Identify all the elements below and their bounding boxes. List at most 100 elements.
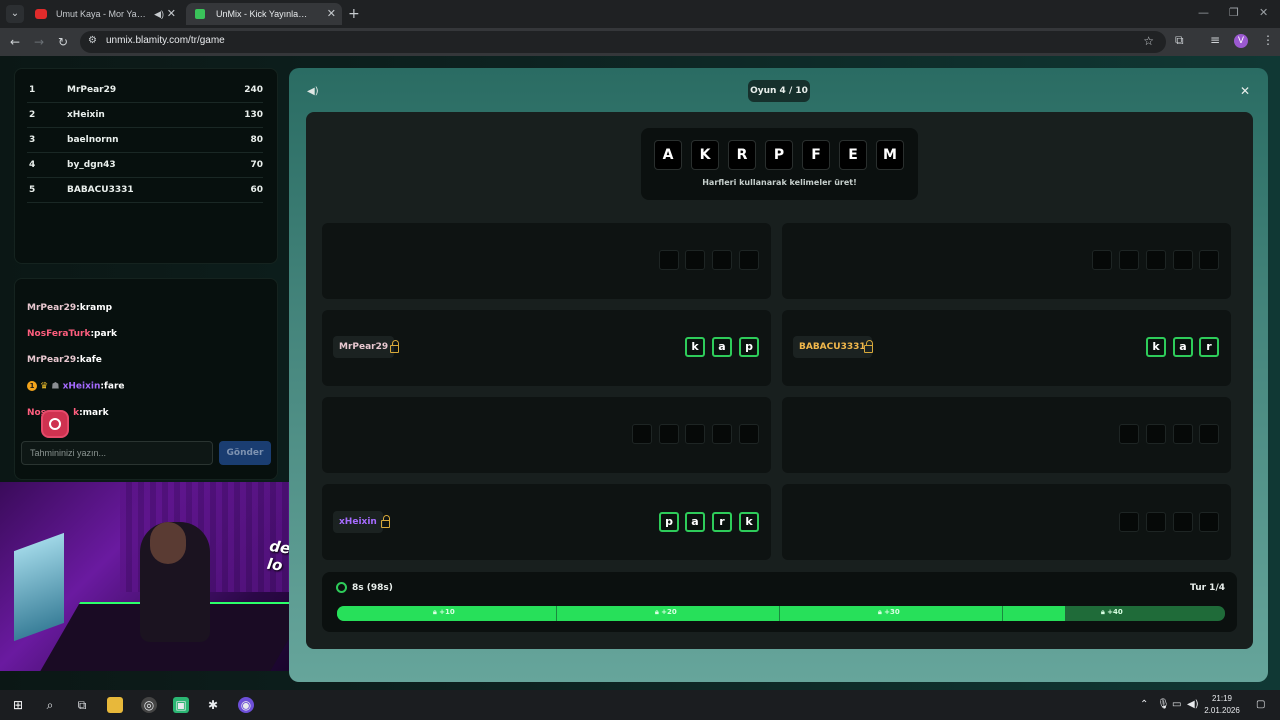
player-tag: BABACU3331 — [793, 336, 872, 358]
score: 60 — [250, 185, 263, 195]
microphone-icon[interactable]: 🎙︎ — [1157, 699, 1170, 710]
empty-letter-box — [1199, 250, 1219, 270]
restore-icon[interactable]: ❐ — [1229, 6, 1239, 19]
empty-letter-box — [1173, 250, 1193, 270]
url-text[interactable]: unmix.blamity.com/tr/game — [106, 35, 225, 46]
back-arrow-icon[interactable]: ← — [10, 34, 20, 50]
leaderboard-panel: 1 MrPear29 240 2 xHeixin 130 3 baelnornn… — [14, 68, 278, 264]
profile-avatar[interactable]: V — [1234, 34, 1248, 48]
row-divider — [27, 152, 263, 153]
leaderboard-row: 5 BABACU3331 60 — [27, 179, 263, 203]
close-window-icon[interactable]: ✕ — [1259, 6, 1268, 19]
rank: 4 — [29, 160, 36, 170]
chat-panel: MrPear29:kramp NosFeraTurk:park MrPear29… — [14, 278, 278, 480]
empty-letter-box — [712, 250, 732, 270]
close-game-icon[interactable]: ✕ — [1240, 84, 1250, 98]
player-tag: MrPear29 — [333, 336, 395, 358]
close-tab-icon[interactable]: ✕ — [167, 3, 176, 25]
instagram-icon — [41, 410, 69, 438]
rank: 2 — [29, 110, 36, 120]
empty-letter-box — [1199, 512, 1219, 532]
chat-text: :park — [90, 329, 117, 339]
browser-tab-2[interactable]: UnMix - Kick Yayınları İçin Kelim ✕ — [186, 3, 342, 25]
empty-letter-box — [739, 250, 759, 270]
lock-icon — [864, 340, 873, 353]
file-explorer-icon[interactable] — [107, 697, 123, 713]
chat-text: :kafe — [76, 355, 102, 365]
row-divider — [27, 202, 263, 203]
chat-username: MrPear29 — [27, 303, 77, 313]
sound-toggle-icon[interactable]: ◀) — [307, 86, 319, 97]
crown-icon: ♛ — [40, 381, 49, 392]
row-divider — [27, 177, 263, 178]
chat-text: :mark — [79, 408, 109, 418]
notifications-icon[interactable]: ▢ — [1256, 699, 1265, 710]
empty-letter-box — [1173, 424, 1193, 444]
address-bar[interactable]: ⚙ unmix.blamity.com/tr/game ☆ — [80, 31, 1166, 53]
empty-letter-box — [1146, 250, 1166, 270]
guessed-letter: a — [1173, 337, 1193, 357]
letter-tile: K — [691, 140, 719, 170]
letter-tile: A — [654, 140, 682, 170]
reward-marker: 🔒︎ +10 — [433, 608, 455, 616]
clock-time: 21:19 — [1211, 694, 1233, 703]
network-icon[interactable]: ▭ — [1172, 699, 1181, 710]
minimize-icon[interactable]: — — [1198, 6, 1209, 19]
guessed-letter: p — [659, 512, 679, 532]
empty-letter-box — [1199, 424, 1219, 444]
empty-letter-box — [739, 424, 759, 444]
empty-letter-box — [659, 250, 679, 270]
chat-message: MrPear29:kafe — [27, 355, 102, 365]
tray-chevron-icon[interactable]: ⌃ — [1140, 699, 1148, 710]
browser-tab-bar: ⌄ Umut Kaya - Mor Yazma (O ◀) ✕ UnMix - … — [0, 0, 1280, 28]
close-tab-icon[interactable]: ✕ — [327, 3, 336, 25]
progress-divider — [1002, 606, 1003, 621]
volume-icon[interactable]: ◀) — [1187, 699, 1199, 710]
browser-tab-1[interactable]: Umut Kaya - Mor Yazma (O ◀) ✕ — [26, 3, 182, 25]
site-info-icon[interactable]: ⚙ — [88, 35, 97, 46]
search-icon[interactable]: ⌕ — [42, 697, 58, 713]
rank: 3 — [29, 135, 36, 145]
bookmark-star-icon[interactable]: ☆ — [1143, 34, 1154, 48]
lock-icon — [390, 340, 399, 353]
player-name: baelnornn — [67, 135, 119, 145]
reload-icon[interactable]: ↻ — [58, 34, 68, 50]
empty-letter-box — [659, 424, 679, 444]
app-icon[interactable]: ✱ — [205, 697, 221, 713]
speaker-icon[interactable]: ◀) — [154, 3, 164, 25]
reading-list-icon[interactable]: ≡ — [1210, 33, 1220, 47]
progress-divider — [556, 606, 557, 621]
rank: 5 — [29, 185, 36, 195]
score: 80 — [250, 135, 263, 145]
menu-kebab-icon[interactable]: ⋮ — [1262, 33, 1274, 47]
app-icon[interactable]: ◉ — [238, 697, 254, 713]
chrome-icon[interactable]: ◎ — [141, 697, 157, 713]
player-tag: xHeixin — [333, 511, 383, 533]
rank: 1 — [29, 85, 36, 95]
send-button[interactable]: Gönder — [219, 441, 271, 465]
tab-search-chevron-icon[interactable]: ⌄ — [6, 5, 24, 23]
time-progress-bar: 🔒︎ +10 🔒︎ +20 🔒︎ +30 🔒︎ +40 — [337, 606, 1225, 621]
extensions-icon[interactable]: ⧉ — [1175, 33, 1184, 48]
monitor-image — [14, 532, 64, 642]
row-divider — [27, 102, 263, 103]
new-tab-plus-icon[interactable]: + — [348, 5, 360, 23]
empty-letter-box — [1119, 512, 1139, 532]
score: 70 — [250, 160, 263, 170]
chat-username: MrPear29 — [27, 355, 77, 365]
score: 130 — [244, 110, 263, 120]
browser-toolbar: ← → ↻ ⚙ unmix.blamity.com/tr/game ☆ — [0, 28, 1280, 56]
guess-input[interactable]: Tahmininizi yazın... — [21, 441, 213, 465]
forward-arrow-icon[interactable]: → — [34, 34, 44, 50]
player-name: by_dgn43 — [67, 160, 116, 170]
task-view-icon[interactable]: ⧉ — [74, 697, 90, 713]
streamer-head-image — [150, 522, 186, 564]
reward-value: +10 — [439, 608, 455, 616]
windows-start-icon[interactable]: ⊞ — [10, 697, 26, 713]
leaderboard-row: 3 baelnornn 80 — [27, 129, 263, 153]
player-name: xHeixin — [67, 110, 105, 120]
app-icon[interactable]: ▣ — [173, 697, 189, 713]
empty-letter-box — [632, 424, 652, 444]
empty-letter-box — [1119, 250, 1139, 270]
taskbar-clock[interactable]: 21:19 2.01.2026 — [1200, 693, 1244, 717]
